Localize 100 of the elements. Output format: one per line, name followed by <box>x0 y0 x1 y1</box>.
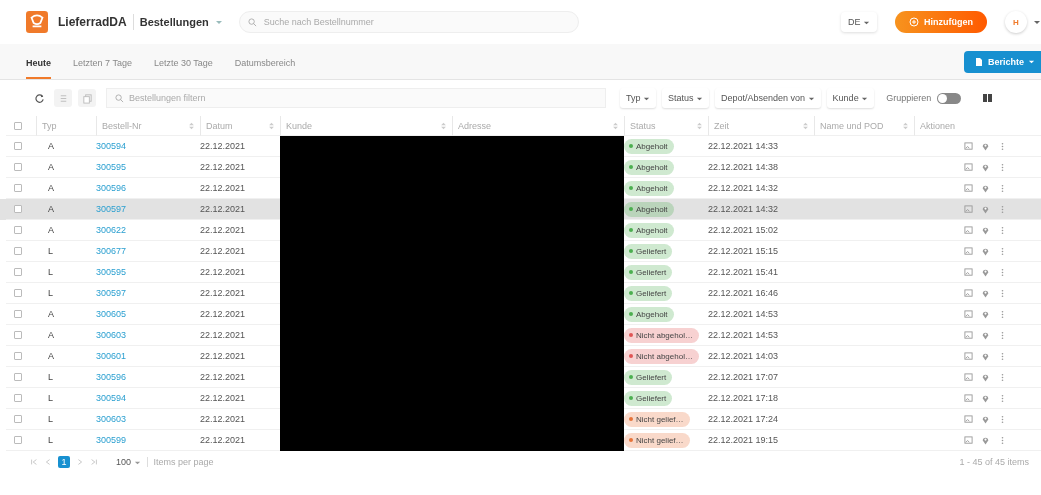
pin-icon[interactable] <box>981 162 990 172</box>
image-icon[interactable] <box>964 309 973 319</box>
row-checkbox[interactable] <box>14 205 22 213</box>
order-link[interactable]: 300599 <box>96 435 127 445</box>
sort-icon[interactable] <box>189 121 194 130</box>
image-icon[interactable] <box>964 162 973 172</box>
image-icon[interactable] <box>964 225 973 235</box>
table-row[interactable]: A 300603 22.12.2021 Nicht abgehol… 22.12.2021 14:53 <box>0 325 1041 346</box>
table-row[interactable]: L 300597 22.12.2021 Geliefert 22.12.2021 16:46 <box>0 283 1041 304</box>
pin-icon[interactable] <box>981 141 990 151</box>
order-link[interactable]: 300622 <box>96 225 127 235</box>
order-link[interactable]: 300603 <box>96 330 127 340</box>
pin-icon[interactable] <box>981 393 990 403</box>
image-icon[interactable] <box>964 204 973 214</box>
order-link[interactable]: 300603 <box>96 414 127 424</box>
row-checkbox[interactable] <box>14 268 22 276</box>
order-link[interactable]: 300677 <box>96 246 127 256</box>
column-header[interactable]: Adresse <box>458 120 492 131</box>
row-checkbox[interactable] <box>14 331 22 339</box>
row-checkbox[interactable] <box>14 373 22 381</box>
pin-icon[interactable] <box>981 204 990 214</box>
sort-icon[interactable] <box>441 121 446 130</box>
column-header[interactable]: Typ <box>42 120 57 131</box>
pin-icon[interactable] <box>981 309 990 319</box>
row-checkbox[interactable] <box>14 163 22 171</box>
group-toggle[interactable] <box>937 92 962 104</box>
previous-page-icon[interactable] <box>44 458 52 466</box>
user-avatar[interactable]: H <box>1005 11 1027 33</box>
row-checkbox[interactable] <box>14 142 22 150</box>
pin-icon[interactable] <box>981 246 990 256</box>
language-dropdown[interactable]: DE <box>841 12 877 32</box>
order-link[interactable]: 300601 <box>96 351 127 361</box>
table-row[interactable]: A 300594 22.12.2021 Abgeholt 22.12.2021 14:33 <box>0 136 1041 157</box>
table-row[interactable]: L 300599 22.12.2021 Nicht gelief… 22.12.2021 19:15 <box>0 430 1041 451</box>
sort-icon[interactable] <box>613 121 618 130</box>
date-tab[interactable]: Heute <box>26 44 51 79</box>
table-row[interactable]: A 300595 22.12.2021 Abgeholt 22.12.2021 14:38 <box>0 157 1041 178</box>
table-row[interactable]: A 300605 22.12.2021 Abgeholt 22.12.2021 14:53 <box>0 304 1041 325</box>
order-link[interactable]: 300595 <box>96 162 127 172</box>
search-field[interactable]: Suche nach Bestellnummer <box>238 11 579 33</box>
order-link[interactable]: 300605 <box>96 309 127 319</box>
table-row[interactable]: L 300595 22.12.2021 Geliefert 22.12.2021 15:41 <box>0 262 1041 283</box>
order-link[interactable]: 300596 <box>96 183 127 193</box>
sort-icon[interactable] <box>697 121 702 130</box>
image-icon[interactable] <box>964 351 973 361</box>
date-tab[interactable]: Datumsbereich <box>234 44 296 79</box>
table-row[interactable]: A 300622 22.12.2021 Abgeholt 22.12.2021 15:02 <box>0 220 1041 241</box>
image-icon[interactable] <box>964 330 973 340</box>
pin-icon[interactable] <box>981 414 990 424</box>
row-checkbox[interactable] <box>14 226 22 234</box>
row-checkbox[interactable] <box>14 394 22 402</box>
pin-icon[interactable] <box>981 267 990 277</box>
row-checkbox[interactable] <box>14 184 22 192</box>
order-link[interactable]: 300597 <box>96 288 127 298</box>
table-row[interactable]: A 300597 22.12.2021 Abgeholt 22.12.2021 14:32 <box>0 199 1041 220</box>
columns-icon[interactable] <box>983 93 994 103</box>
sort-icon[interactable] <box>803 121 808 130</box>
image-icon[interactable] <box>964 267 973 277</box>
order-link[interactable]: 300597 <box>96 204 127 214</box>
table-row[interactable]: L 300596 22.12.2021 Geliefert 22.12.2021 17:07 <box>0 367 1041 388</box>
image-icon[interactable] <box>964 414 973 424</box>
reports-button[interactable]: Berichte <box>964 50 1041 73</box>
row-checkbox[interactable] <box>14 289 22 297</box>
filter-dropdown[interactable]: Kunde <box>826 88 875 108</box>
row-checkbox[interactable] <box>14 436 22 444</box>
next-page-icon[interactable] <box>76 458 84 466</box>
filter-field[interactable]: Bestellungen filtern <box>106 88 606 108</box>
image-icon[interactable] <box>964 288 973 298</box>
pin-icon[interactable] <box>981 351 990 361</box>
image-icon[interactable] <box>964 246 973 256</box>
order-link[interactable]: 300596 <box>96 372 127 382</box>
row-checkbox[interactable] <box>14 352 22 360</box>
filter-dropdown[interactable]: Depot/Absenden von <box>715 88 821 108</box>
last-page-icon[interactable] <box>90 458 98 466</box>
filter-dropdown[interactable]: Status <box>662 88 710 108</box>
list-button[interactable] <box>54 89 72 107</box>
column-header[interactable]: Status <box>630 120 656 131</box>
caret-icon[interactable] <box>1033 18 1041 26</box>
pin-icon[interactable] <box>981 225 990 235</box>
page-size-dropdown[interactable]: 100 <box>116 457 148 467</box>
column-header[interactable]: Bestell-Nr <box>102 120 142 131</box>
table-row[interactable]: L 300603 22.12.2021 Nicht gelief… 22.12.2021 17:24 <box>0 409 1041 430</box>
date-tab[interactable]: Letzte 30 Tage <box>153 44 213 79</box>
order-link[interactable]: 300594 <box>96 141 127 151</box>
sort-icon[interactable] <box>903 121 908 130</box>
filter-dropdown[interactable]: Typ <box>620 88 656 108</box>
column-header[interactable]: Aktionen <box>920 120 956 131</box>
pin-icon[interactable] <box>981 288 990 298</box>
column-header[interactable]: Kunde <box>286 120 313 131</box>
image-icon[interactable] <box>964 141 973 151</box>
table-row[interactable]: L 300677 22.12.2021 Geliefert 22.12.2021 15:15 <box>0 241 1041 262</box>
pin-icon[interactable] <box>981 372 990 382</box>
table-row[interactable]: A 300601 22.12.2021 Nicht abgehol… 22.12.2021 14:03 <box>0 346 1041 367</box>
order-link[interactable]: 300594 <box>96 393 127 403</box>
image-icon[interactable] <box>964 183 973 193</box>
order-link[interactable]: 300595 <box>96 267 127 277</box>
image-icon[interactable] <box>964 435 973 445</box>
page-button[interactable]: 1 <box>58 456 70 468</box>
sort-icon[interactable] <box>269 121 274 130</box>
select-all-checkbox[interactable] <box>14 121 22 130</box>
